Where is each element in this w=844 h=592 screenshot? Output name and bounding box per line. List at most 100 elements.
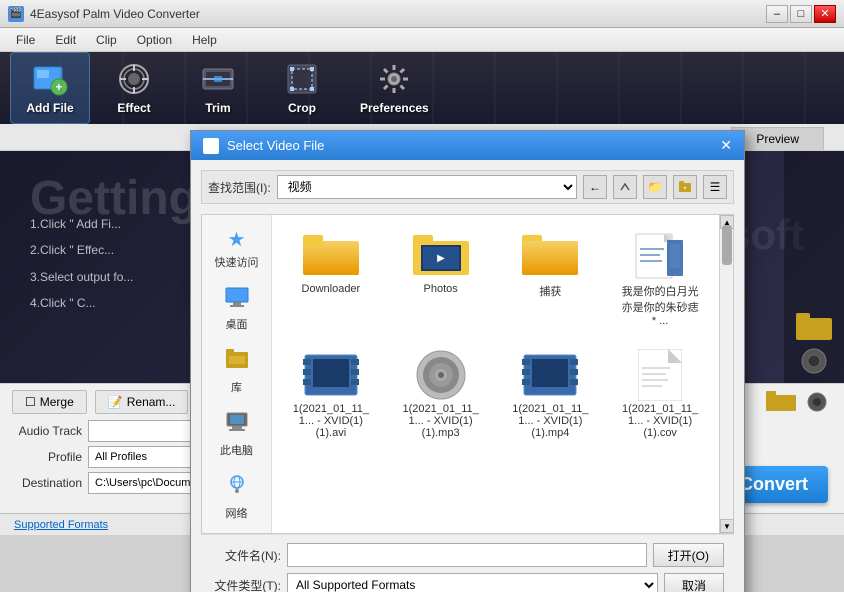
preview-tab[interactable]: Preview: [731, 127, 824, 150]
file-special[interactable]: 我是你的白月光亦是你的朱砂痣 * ...: [611, 225, 709, 333]
nav-folder-button[interactable]: 📁: [643, 175, 667, 199]
app-icon: 🎬: [8, 6, 24, 22]
supported-formats-link[interactable]: Supported Formats: [14, 519, 108, 531]
desktop-label: 桌面: [226, 316, 248, 332]
network-icon: [225, 474, 249, 503]
title-bar: 🎬 4Easysof Palm Video Converter – □ ✕: [0, 0, 844, 28]
add-file-label: Add File: [26, 101, 73, 115]
filetype-row: 文件类型(T): All Supported Formats 取消: [211, 573, 724, 592]
preferences-label: Preferences: [360, 101, 429, 115]
mp3-file-icon: [413, 351, 469, 399]
instructions-text: 1.Click " Add Fi... 2.Click " Effec... 3…: [30, 211, 133, 317]
rename-button[interactable]: 📝 Renam...: [95, 390, 189, 414]
file-browser: ★ 快速访问 桌面 库: [201, 214, 734, 534]
profile-label: Profile: [12, 450, 82, 464]
sidebar-network[interactable]: 网络: [206, 470, 267, 525]
filename-label: 文件名(N):: [211, 547, 281, 564]
file-cov[interactable]: 1(2021_01_11_1... - XVID(1)(1).cov: [611, 345, 709, 445]
photos-name: Photos: [424, 283, 458, 295]
filetype-select[interactable]: All Supported Formats: [287, 573, 658, 592]
dialog-title-bar: Select Video File ✕: [191, 131, 744, 160]
network-label: 网络: [226, 505, 248, 521]
svg-text:▶: ▶: [437, 253, 445, 264]
crop-label: Crop: [288, 101, 316, 115]
downloader-folder-icon: [303, 231, 359, 279]
dialog-icon: [203, 138, 219, 154]
file-downloader[interactable]: Downloader: [282, 225, 380, 333]
close-button[interactable]: ✕: [814, 5, 836, 23]
minimize-button[interactable]: –: [766, 5, 788, 23]
media-controls: [766, 391, 832, 413]
file-mp3[interactable]: 1(2021_01_11_1... - XVID(1)(1).mp3: [392, 345, 490, 445]
sidebar-desktop[interactable]: 桌面: [206, 282, 267, 336]
preferences-icon: [376, 61, 412, 97]
file-photos[interactable]: ▶ Photos: [392, 225, 490, 333]
preferences-button[interactable]: Preferences: [346, 53, 443, 123]
svg-text:+: +: [55, 80, 62, 94]
effect-label: Effect: [117, 101, 150, 115]
scroll-down-button[interactable]: ▼: [720, 519, 734, 533]
this-pc-label: 此电脑: [220, 442, 253, 458]
camera-icon: [800, 347, 828, 375]
menu-help[interactable]: Help: [182, 31, 227, 49]
crop-icon: [284, 61, 320, 97]
quick-access-label: 快速访问: [215, 254, 259, 270]
cov-name: 1(2021_01_11_1... - XVID(1)(1).cov: [620, 403, 700, 439]
cancel-button[interactable]: 取消: [664, 573, 724, 592]
cov-file-icon: [632, 351, 688, 399]
capture-folder-icon: [522, 231, 578, 279]
crop-button[interactable]: Crop: [262, 53, 342, 123]
library-label: 库: [231, 379, 242, 395]
photos-folder-icon: ▶: [413, 231, 469, 279]
library-icon: [225, 348, 249, 377]
sidebar-this-pc[interactable]: 此电脑: [206, 407, 267, 462]
rename-icon: 📝: [108, 395, 123, 409]
file-mp4[interactable]: 1(2021_01_11_1... - XVID(1)(1).mp4: [502, 345, 600, 445]
trim-label: Trim: [205, 101, 230, 115]
add-file-button[interactable]: + Add File: [10, 52, 90, 124]
instruction-4: 4.Click " C...: [30, 290, 133, 316]
audio-track-label: Audio Track: [12, 424, 82, 438]
select-video-dialog: Select Video File ✕ 查找范围(I): 视频 ← 📁 + ☰ …: [190, 130, 745, 592]
location-select[interactable]: 视频: [277, 175, 577, 199]
mp3-name: 1(2021_01_11_1... - XVID(1)(1).mp3: [401, 403, 481, 439]
folder-icon: [796, 313, 832, 341]
merge-label: Merge: [40, 395, 74, 409]
nav-up-button[interactable]: [613, 175, 637, 199]
dialog-close-button[interactable]: ✕: [720, 137, 732, 154]
menu-file[interactable]: File: [6, 31, 45, 49]
view-toggle-button[interactable]: ☰: [703, 175, 727, 199]
mp4-name: 1(2021_01_11_1... - XVID(1)(1).mp4: [510, 403, 590, 439]
filename-row: 文件名(N): 打开(O): [211, 543, 724, 567]
menu-option[interactable]: Option: [127, 31, 182, 49]
window-controls: – □ ✕: [766, 5, 836, 23]
instruction-3: 3.Select output fo...: [30, 264, 133, 290]
sidebar-library[interactable]: 库: [206, 344, 267, 399]
merge-button[interactable]: ☐ Merge: [12, 390, 87, 414]
file-capture[interactable]: 捕获: [502, 225, 600, 333]
sidebar-quick-access[interactable]: ★ 快速访问: [206, 223, 267, 274]
camera-small-icon: [802, 391, 832, 413]
scrollbar: ▲ ▼: [719, 215, 733, 533]
filetype-label: 文件类型(T):: [211, 577, 281, 592]
menu-clip[interactable]: Clip: [86, 31, 127, 49]
app-title: 4Easysof Palm Video Converter: [30, 7, 766, 21]
trim-button[interactable]: Trim: [178, 53, 258, 123]
scroll-thumb[interactable]: [722, 225, 732, 265]
file-avi[interactable]: 1(2021_01_11_1... - XVID(1)(1).avi: [282, 345, 380, 445]
rename-label: Renam...: [127, 395, 176, 409]
quick-access-icon: ★: [228, 227, 246, 252]
nav-new-folder-button[interactable]: +: [673, 175, 697, 199]
instruction-2: 2.Click " Effec...: [30, 237, 133, 263]
filename-input[interactable]: [287, 543, 647, 567]
location-label: 查找范围(I):: [208, 179, 271, 196]
menu-edit[interactable]: Edit: [45, 31, 86, 49]
downloader-name: Downloader: [302, 283, 361, 295]
maximize-button[interactable]: □: [790, 5, 812, 23]
nav-back-button[interactable]: ←: [583, 175, 607, 199]
svg-text:+: +: [683, 186, 687, 192]
effect-button[interactable]: Effect: [94, 53, 174, 123]
dialog-title-text: Select Video File: [227, 138, 324, 153]
open-button[interactable]: 打开(O): [653, 543, 724, 567]
add-file-icon: +: [32, 61, 68, 97]
